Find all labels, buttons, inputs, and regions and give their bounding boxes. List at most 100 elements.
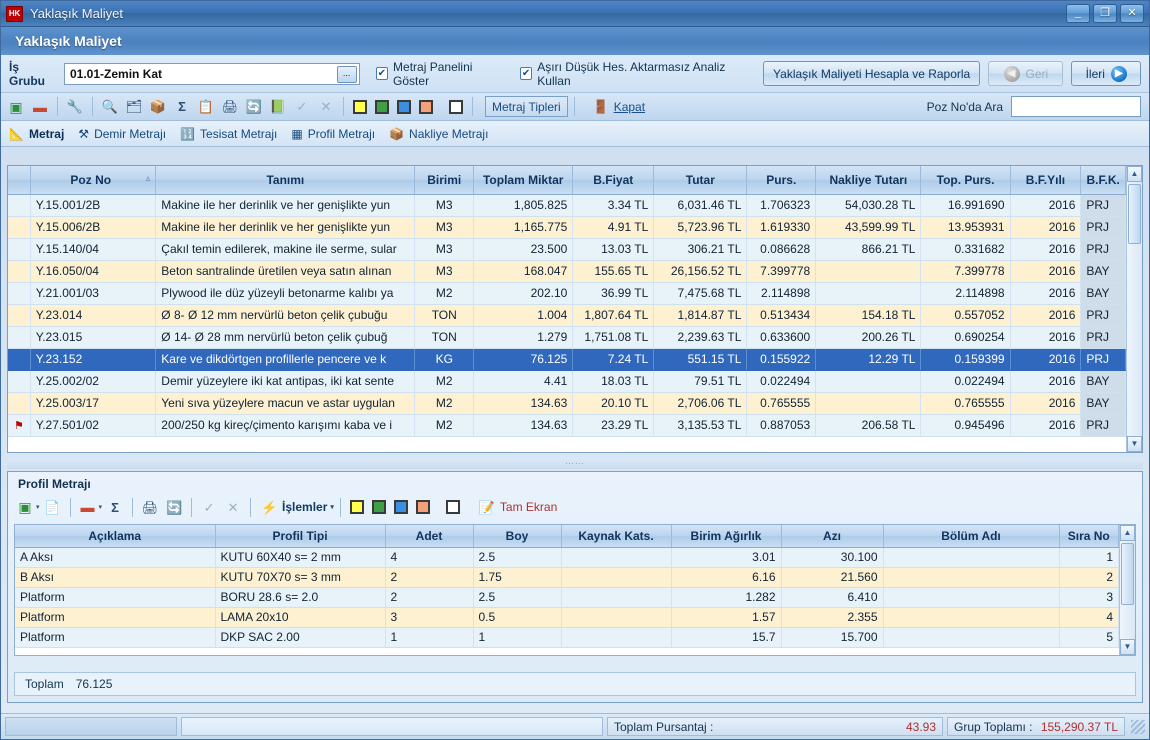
close-icon[interactable]: ✕ (1120, 4, 1144, 23)
tab-demir-metraji[interactable]: ⚒ Demir Metrajı (78, 127, 166, 141)
color-swatch-blue[interactable] (394, 96, 414, 118)
table-row[interactable]: Y.25.002/02Demir yüzeylere iki kat antip… (8, 370, 1126, 392)
color-swatch-orange[interactable] (416, 96, 436, 118)
col-birim-agirlik[interactable]: Birim Ağırlık (671, 525, 781, 547)
full-screen-button[interactable]: 📝 Tam Ekran (479, 496, 557, 518)
list-item[interactable]: PlatformDKP SAC 2.001115.715.7005 (15, 627, 1119, 647)
delete-row-icon[interactable]: ▬ (77, 496, 99, 518)
col-nakliye-tutari[interactable]: Nakliye Tutarı (816, 166, 921, 194)
tab-tesisat-metraji[interactable]: 🔢 Tesisat Metrajı (180, 127, 277, 141)
profil-grid-vertical-scrollbar[interactable]: ▲ ▼ (1119, 525, 1135, 655)
list-icon[interactable]: 📋 (195, 96, 217, 118)
table-row[interactable]: Y.15.001/2BMakine ile her derinlik ve he… (8, 194, 1126, 216)
col-bf-yili[interactable]: B.F.Yılı (1010, 166, 1081, 194)
minimize-icon[interactable]: _ (1066, 4, 1090, 23)
add-row-icon[interactable]: ▣ (14, 496, 36, 518)
scroll-up-icon[interactable]: ▲ (1127, 166, 1142, 182)
scroll-down-icon[interactable]: ▼ (1127, 436, 1142, 452)
calculate-report-button[interactable]: Yaklaşık Maliyeti Hesapla ve Raporla (763, 61, 980, 86)
copy-row-icon[interactable]: 📄 (42, 496, 64, 518)
table-row[interactable]: Y.25.003/17Yeni sıva yüzeylere macun ve … (8, 392, 1126, 414)
col-purs[interactable]: Purs. (747, 166, 816, 194)
sum-icon[interactable]: Σ (104, 496, 126, 518)
col-toplam-miktar[interactable]: Toplam Miktar (474, 166, 573, 194)
table-row[interactable]: Y.15.140/04Çakıl temin edilerek, makine … (8, 238, 1126, 260)
confirm-icon[interactable]: ✓ (291, 96, 313, 118)
browse-ellipsis-button[interactable]: ... (337, 66, 357, 83)
zoom-icon[interactable]: 🔍 (99, 96, 121, 118)
table-row[interactable]: Y.23.014Ø 8- Ø 12 mm nervürlü beton çeli… (8, 304, 1126, 326)
tab-metraj[interactable]: 📐 Metraj (9, 127, 64, 141)
main-data-grid[interactable]: Poz No▵ Tanımı Birimi Toplam Miktar B.Fi… (7, 165, 1143, 453)
col-sira-no[interactable]: Sıra No (1059, 525, 1119, 547)
col-kaynak-kats[interactable]: Kaynak Kats. (561, 525, 671, 547)
refresh-icon[interactable]: 🔄 (163, 496, 185, 518)
resize-grip-icon[interactable] (1131, 720, 1145, 734)
book-icon[interactable]: 📗 (267, 96, 289, 118)
list-item[interactable]: A AksıKUTU 60X40 s= 2 mm42.53.0130.1001 (15, 547, 1119, 567)
col-aciklama[interactable]: Açıklama (15, 525, 215, 547)
main-grid-vertical-scrollbar[interactable]: ▲ ▼ (1126, 166, 1142, 452)
print-icon[interactable]: 🖨 (219, 96, 241, 118)
hierarchy-icon[interactable]: 🗂 (123, 96, 145, 118)
back-button[interactable]: ◀ Geri (988, 61, 1063, 86)
islemler-menu-button[interactable]: ⚡ İşlemler ▾ (261, 496, 334, 518)
scroll-thumb[interactable] (1128, 184, 1141, 244)
col-poz-no[interactable]: Poz No▵ (30, 166, 156, 194)
col-azi[interactable]: Azı (781, 525, 883, 547)
table-row[interactable]: Y.15.006/2BMakine ile her derinlik ve he… (8, 216, 1126, 238)
confirm-icon[interactable]: ✓ (198, 496, 220, 518)
table-row[interactable]: Y.23.015Ø 14- Ø 28 mm nervürlü beton çel… (8, 326, 1126, 348)
col-birimi[interactable]: Birimi (415, 166, 474, 194)
color-swatch-yellow[interactable] (347, 496, 367, 518)
work-group-combo[interactable]: 01.01-Zemin Kat ... (64, 63, 360, 85)
package-icon[interactable]: 📦 (147, 96, 169, 118)
cancel-icon[interactable]: ✕ (222, 496, 244, 518)
color-swatch-orange[interactable] (413, 496, 433, 518)
col-bolum-adi[interactable]: Bölüm Adı (883, 525, 1059, 547)
refresh-icon[interactable]: 🔄 (243, 96, 265, 118)
scroll-up-icon[interactable]: ▲ (1120, 525, 1135, 541)
color-swatch-green[interactable] (369, 496, 389, 518)
col-top-purs[interactable]: Top. Purs. (921, 166, 1010, 194)
chevron-down-icon[interactable]: ▾ (36, 503, 40, 511)
color-swatch-white[interactable] (443, 496, 463, 518)
table-row[interactable]: Y.21.001/03Plywood ile düz yüzeyli beton… (8, 282, 1126, 304)
color-swatch-green[interactable] (372, 96, 392, 118)
cancel-icon[interactable]: ✕ (315, 96, 337, 118)
col-tutar[interactable]: Tutar (654, 166, 747, 194)
color-swatch-white[interactable] (446, 96, 466, 118)
poz-search-input[interactable] (1011, 96, 1141, 117)
table-row[interactable]: ⚑Y.27.501/02200/250 kg kireç/çimento kar… (8, 414, 1126, 436)
list-item[interactable]: B AksıKUTU 70X70 s= 3 mm21.756.1621.5602 (15, 567, 1119, 587)
use-low-bid-analysis-checkbox[interactable]: ✔ Aşırı Düşük Hes. Aktarmasız Analiz Kul… (520, 60, 751, 88)
color-swatch-blue[interactable] (391, 496, 411, 518)
add-icon[interactable]: ▣ (5, 96, 27, 118)
chevron-down-icon[interactable]: ▾ (99, 503, 103, 511)
list-item[interactable]: PlatformLAMA 20x1030.51.572.3554 (15, 607, 1119, 627)
col-boy[interactable]: Boy (473, 525, 561, 547)
scroll-thumb[interactable] (1121, 543, 1134, 605)
table-row[interactable]: Y.23.152Kare ve dikdörtgen profillerle p… (8, 348, 1126, 370)
tools-icon[interactable]: 🔧 (64, 96, 86, 118)
scroll-down-icon[interactable]: ▼ (1120, 639, 1135, 655)
profil-data-grid[interactable]: Açıklama Profil Tipi Adet Boy Kaynak Kat… (14, 524, 1136, 656)
print-icon[interactable]: 🖨 (139, 496, 161, 518)
col-bfk[interactable]: B.F.K. (1081, 166, 1126, 194)
table-row[interactable]: Y.16.050/04Beton santralinde üretilen ve… (8, 260, 1126, 282)
col-b-fiyat[interactable]: B.Fiyat (573, 166, 654, 194)
delete-icon[interactable]: ▬ (29, 96, 51, 118)
next-button[interactable]: İleri ▶ (1071, 61, 1141, 86)
color-swatch-yellow[interactable] (350, 96, 370, 118)
close-button[interactable]: 🚪 Kapat (593, 96, 645, 118)
maximize-icon[interactable]: ❐ (1093, 4, 1117, 23)
show-metraj-panel-checkbox[interactable]: ✔ Metraj Panelini Göster (376, 60, 506, 88)
col-adet[interactable]: Adet (385, 525, 473, 547)
col-profil-tipi[interactable]: Profil Tipi (215, 525, 385, 547)
metraj-types-button[interactable]: Metraj Tipleri (485, 96, 568, 117)
col-tanimi[interactable]: Tanımı (156, 166, 415, 194)
list-item[interactable]: PlatformBORU 28.6 s= 2.022.51.2826.4103 (15, 587, 1119, 607)
tab-profil-metraji[interactable]: ▦ Profil Metrajı (291, 127, 375, 141)
panel-splitter[interactable]: ⋯⋯ (7, 457, 1143, 469)
sum-icon[interactable]: Σ (171, 96, 193, 118)
